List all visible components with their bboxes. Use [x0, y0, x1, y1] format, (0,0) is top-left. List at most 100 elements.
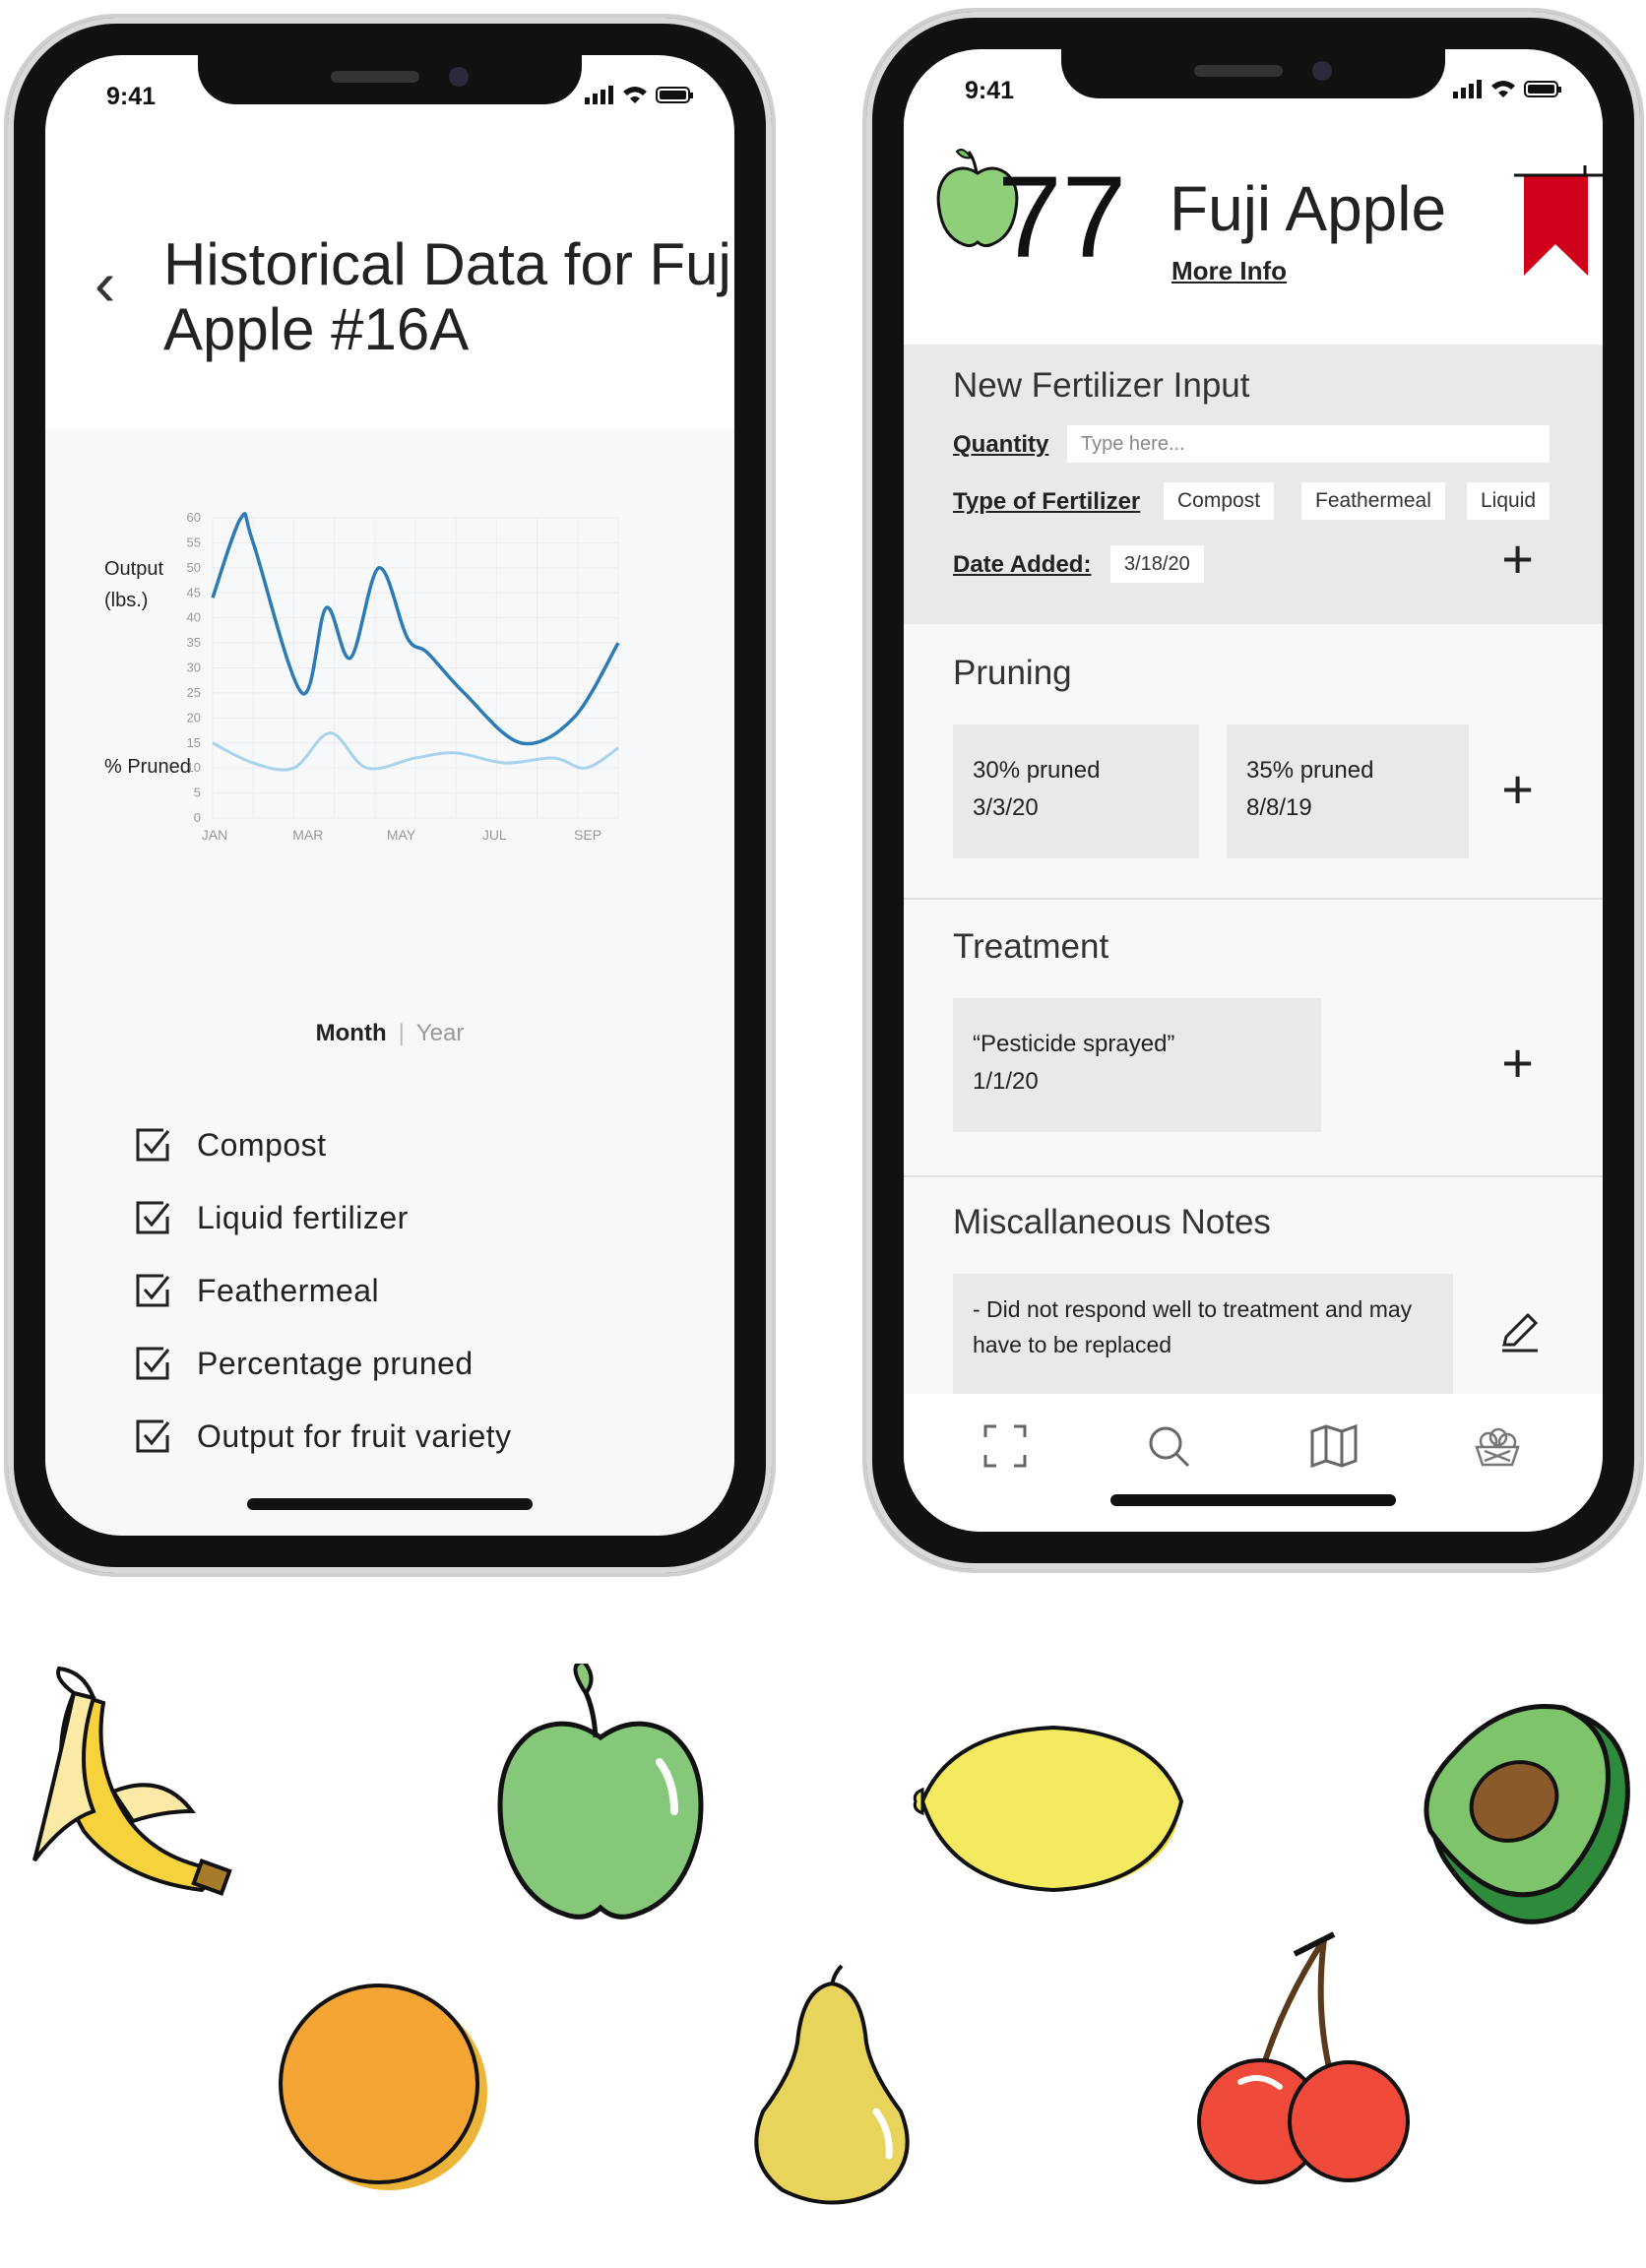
screen-historical: 9:41 ‹ Historical Data for Fuji Apple #1… — [45, 55, 734, 1536]
fruit-basket-icon[interactable] — [1473, 1423, 1522, 1469]
section-title: Treatment — [953, 927, 1109, 966]
search-icon[interactable] — [1146, 1423, 1191, 1469]
cherries-icon — [1197, 1931, 1410, 2184]
y-tick-label: 40 — [187, 610, 201, 625]
edit-pencil-icon[interactable] — [1498, 1311, 1542, 1354]
notes-section: Miscallaneous Notes - Did not respond we… — [904, 1177, 1603, 1412]
pruning-amount: 30% pruned — [973, 757, 1101, 784]
period-toggle: Month | Year — [45, 1020, 734, 1047]
add-treatment-button[interactable]: + — [1501, 1036, 1534, 1091]
checkbox-checked-icon[interactable] — [134, 1199, 171, 1236]
checkbox-checked-icon[interactable] — [134, 1418, 171, 1455]
y-axis-label-output: Output — [104, 558, 163, 580]
treatment-description: “Pesticide sprayed” — [973, 1031, 1175, 1057]
screen-tree-detail: 9:41 77 Fuji Apple More Info New Fertili… — [904, 49, 1603, 1532]
y-tick-label: 55 — [187, 535, 201, 549]
y-tick-label: 5 — [194, 786, 201, 800]
y-axis-label-pruned: % Pruned — [104, 756, 191, 778]
checklist-item[interactable]: Output for fruit variety — [134, 1400, 512, 1473]
checklist-item[interactable]: Compost — [134, 1108, 512, 1181]
orange-icon — [279, 1984, 487, 2190]
date-added-label: Date Added: — [953, 551, 1092, 578]
x-tick-label: JAN — [202, 827, 227, 843]
checklist-item[interactable]: Feathermeal — [134, 1254, 512, 1327]
tree-number: 77 — [997, 153, 1127, 283]
home-indicator — [1110, 1494, 1396, 1506]
y-tick-label: 50 — [187, 560, 201, 575]
pruning-card[interactable]: 30% pruned 3/3/20 — [953, 724, 1199, 858]
y-axis-label-output-unit: (lbs.) — [104, 590, 148, 611]
more-info-link[interactable]: More Info — [1171, 256, 1287, 286]
section-title: Miscallaneous Notes — [953, 1203, 1271, 1241]
pruning-section: Pruning 30% pruned 3/3/20 35% pruned 8/8… — [904, 624, 1603, 900]
x-tick-label: SEP — [574, 827, 601, 843]
treatment-section: Treatment “Pesticide sprayed” 1/1/20 + — [904, 900, 1603, 1177]
checkbox-checked-icon[interactable] — [134, 1272, 171, 1309]
history-chart: 051015202530354045505560JAN MAR MAY JUL SEPO… — [104, 510, 620, 843]
add-fertilizer-button[interactable]: + — [1501, 532, 1534, 587]
x-tick-label: JUL — [482, 827, 507, 843]
page-title: Historical Data for Fuji Apple #16A — [163, 231, 734, 362]
y-tick-label: 45 — [187, 585, 201, 599]
y-tick-label: 0 — [194, 810, 201, 825]
quantity-input[interactable]: Type here... — [1067, 425, 1550, 463]
status-time: 9:41 — [965, 77, 1015, 104]
date-added-input[interactable]: 3/18/20 — [1110, 545, 1204, 583]
toggle-year[interactable]: Year — [416, 1020, 465, 1046]
checklist-label: Percentage pruned — [197, 1345, 474, 1381]
scan-icon[interactable] — [982, 1423, 1028, 1469]
quantity-label: Quantity — [953, 431, 1049, 458]
y-tick-label: 60 — [187, 510, 201, 525]
section-title: New Fertilizer Input — [953, 366, 1250, 405]
battery-icon — [1524, 81, 1561, 97]
back-chevron-icon[interactable]: ‹ — [95, 252, 115, 315]
tree-header: 77 Fuji Apple More Info — [904, 118, 1603, 295]
phone-historical-data: 9:41 ‹ Historical Data for Fuji Apple #1… — [8, 18, 772, 1573]
banana-icon — [32, 1666, 232, 1896]
x-tick-label: MAY — [387, 827, 416, 843]
notes-card[interactable]: - Did not respond well to treatment and … — [953, 1274, 1453, 1412]
green-apple-icon — [497, 1664, 704, 1920]
pruning-amount: 35% pruned — [1246, 757, 1374, 784]
y-tick-label: 30 — [187, 661, 201, 675]
map-icon[interactable] — [1309, 1423, 1359, 1469]
pear-icon — [754, 1964, 910, 2205]
signal-icon — [1453, 80, 1482, 98]
history-body: 0 5 10 15 20 25 30 35 40 45 50 55 60 JAN MAR MAY JUL SEP O… — [45, 429, 734, 1536]
wifi-icon — [623, 87, 647, 103]
checkbox-checked-icon[interactable] — [134, 1345, 171, 1382]
checklist-item[interactable]: Liquid fertilizer — [134, 1181, 512, 1254]
signal-icon — [585, 86, 613, 104]
phone-tree-detail: 9:41 77 Fuji Apple More Info New Fertili… — [866, 12, 1640, 1569]
history-header: ‹ Historical Data for Fuji Apple #16A — [45, 213, 734, 429]
home-indicator — [247, 1498, 533, 1510]
checklist-item[interactable]: Percentage pruned — [134, 1327, 512, 1400]
avocado-icon — [1424, 1703, 1630, 1924]
treatment-card[interactable]: “Pesticide sprayed” 1/1/20 — [953, 998, 1321, 1132]
y-tick-label: 25 — [187, 685, 201, 700]
treatment-date: 1/1/20 — [973, 1068, 1039, 1095]
fertilizer-section: New Fertilizer Input Quantity Type here.… — [904, 345, 1603, 624]
y-tick-label: 20 — [187, 710, 201, 724]
pruning-date: 3/3/20 — [973, 794, 1039, 821]
checkbox-checked-icon[interactable] — [134, 1126, 171, 1164]
fertilizer-chip-liquid[interactable]: Liquid — [1467, 482, 1551, 520]
toggle-month[interactable]: Month — [316, 1020, 387, 1046]
add-pruning-button[interactable]: + — [1501, 762, 1534, 817]
fertilizer-chip-compost[interactable]: Compost — [1164, 482, 1275, 520]
y-tick-label: 35 — [187, 635, 201, 650]
bookmark-icon[interactable] — [1504, 158, 1603, 285]
fertilizer-chip-feathermeal[interactable]: Feathermeal — [1301, 482, 1445, 520]
battery-icon — [656, 87, 693, 103]
series-checklist: Compost Liquid fertilizer Feathermeal Perce… — [134, 1108, 512, 1473]
status-bar: 9:41 — [904, 69, 1603, 108]
tree-name: Fuji Apple — [1170, 173, 1447, 244]
status-bar: 9:41 — [45, 75, 734, 114]
fertilizer-type-label: Type of Fertilizer — [953, 488, 1141, 515]
pruning-date: 8/8/19 — [1246, 794, 1312, 821]
bottom-navigation — [904, 1394, 1603, 1532]
checklist-label: Compost — [197, 1126, 327, 1163]
section-title: Pruning — [953, 654, 1072, 692]
checklist-label: Liquid fertilizer — [197, 1199, 409, 1235]
pruning-card[interactable]: 35% pruned 8/8/19 — [1227, 724, 1469, 858]
